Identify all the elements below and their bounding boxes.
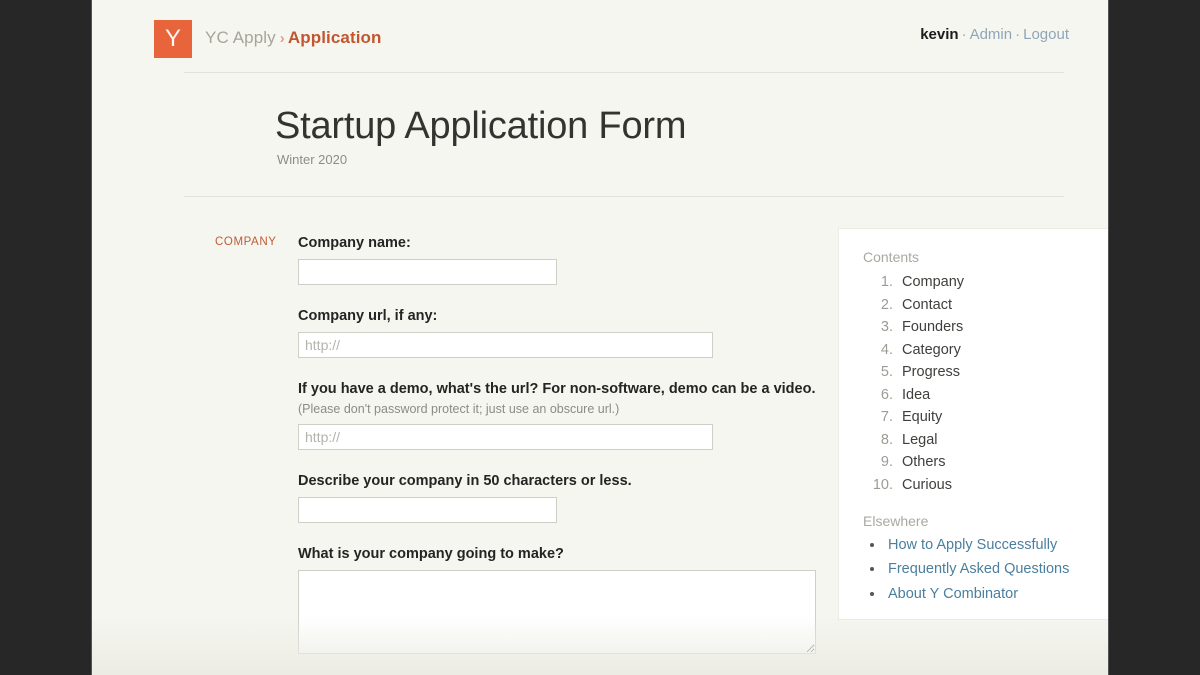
- screen-viewport: Y YC Apply›Application kevin·Admin·Logou…: [0, 0, 1200, 675]
- breadcrumb-root-link[interactable]: YC Apply: [205, 28, 276, 47]
- sidebar-card: Contents Company Contact Founders Catego…: [838, 228, 1109, 620]
- page-title-block: Startup Application Form Winter 2020: [275, 103, 686, 167]
- contents-item-label: Founders: [902, 319, 963, 335]
- field-hint: (Please don't password protect it; just …: [298, 401, 818, 417]
- list-item: Frequently Asked Questions: [885, 561, 1109, 577]
- title-divider: [184, 196, 1064, 197]
- company-url-input[interactable]: [298, 332, 713, 358]
- contents-item-label: Idea: [902, 387, 930, 403]
- contents-item-label: Equity: [902, 409, 942, 425]
- logout-link[interactable]: Logout: [1023, 26, 1069, 43]
- list-item[interactable]: Category: [897, 342, 1109, 358]
- site-header: Y YC Apply›Application kevin·Admin·Logou…: [92, 0, 1108, 72]
- yc-logo-icon[interactable]: Y: [154, 20, 192, 58]
- list-item[interactable]: Idea: [897, 387, 1109, 403]
- field-label: What is your company going to make?: [298, 545, 818, 563]
- list-item[interactable]: Curious: [897, 477, 1109, 493]
- list-item[interactable]: Legal: [897, 432, 1109, 448]
- contents-list: Company Contact Founders Category Progre…: [863, 274, 1109, 493]
- field-label: If you have a demo, what's the url? For …: [298, 380, 818, 398]
- contents-item-label: Curious: [902, 477, 952, 493]
- contents-item-label: Others: [902, 454, 946, 470]
- form-field: Company name:: [298, 234, 818, 285]
- username-label: kevin: [920, 26, 958, 43]
- form-field: Describe your company in 50 characters o…: [298, 472, 818, 523]
- header-divider: [184, 72, 1064, 73]
- user-menu: kevin·Admin·Logout: [920, 26, 1069, 43]
- company-product-textarea[interactable]: [298, 570, 816, 654]
- breadcrumb: YC Apply›Application: [205, 28, 382, 48]
- list-item: About Y Combinator: [885, 586, 1109, 602]
- contents-item-label: Category: [902, 342, 961, 358]
- page-subtitle: Winter 2020: [277, 152, 686, 167]
- how-to-apply-link[interactable]: How to Apply Successfully: [888, 537, 1057, 553]
- chevron-right-icon: ›: [280, 30, 285, 47]
- user-separator-2: ·: [1015, 26, 1020, 43]
- company-name-input[interactable]: [298, 259, 557, 285]
- about-yc-link[interactable]: About Y Combinator: [888, 586, 1018, 602]
- application-form: Company name: Company url, if any: If yo…: [298, 234, 818, 675]
- list-item: How to Apply Successfully: [885, 537, 1109, 553]
- contents-item-label: Legal: [902, 432, 937, 448]
- page-title: Startup Application Form: [275, 103, 686, 149]
- field-label: Company url, if any:: [298, 307, 818, 325]
- list-item[interactable]: Founders: [897, 319, 1109, 335]
- field-label: Company name:: [298, 234, 818, 252]
- admin-link[interactable]: Admin: [970, 26, 1013, 43]
- contents-item-label: Contact: [902, 297, 952, 313]
- contents-item-label: Progress: [902, 364, 960, 380]
- field-label: Describe your company in 50 characters o…: [298, 472, 818, 490]
- application-page: Y YC Apply›Application kevin·Admin·Logou…: [91, 0, 1109, 675]
- list-item[interactable]: Equity: [897, 409, 1109, 425]
- company-description-input[interactable]: [298, 497, 557, 523]
- list-item[interactable]: Others: [897, 454, 1109, 470]
- list-item[interactable]: Progress: [897, 364, 1109, 380]
- user-separator-1: ·: [962, 26, 967, 43]
- form-field: Company url, if any:: [298, 307, 818, 358]
- demo-url-input[interactable]: [298, 424, 713, 450]
- contents-item-label: Company: [902, 274, 964, 290]
- breadcrumb-current: Application: [288, 28, 382, 47]
- section-label-company: COMPANY: [215, 236, 277, 248]
- elsewhere-list: How to Apply Successfully Frequently Ask…: [863, 537, 1109, 602]
- elsewhere-heading: Elsewhere: [863, 513, 1109, 529]
- form-field: What is your company going to make?: [298, 545, 818, 654]
- contents-heading: Contents: [863, 249, 1109, 265]
- list-item[interactable]: Company: [897, 274, 1109, 290]
- list-item[interactable]: Contact: [897, 297, 1109, 313]
- form-field: If you have a demo, what's the url? For …: [298, 380, 818, 450]
- faq-link[interactable]: Frequently Asked Questions: [888, 561, 1069, 577]
